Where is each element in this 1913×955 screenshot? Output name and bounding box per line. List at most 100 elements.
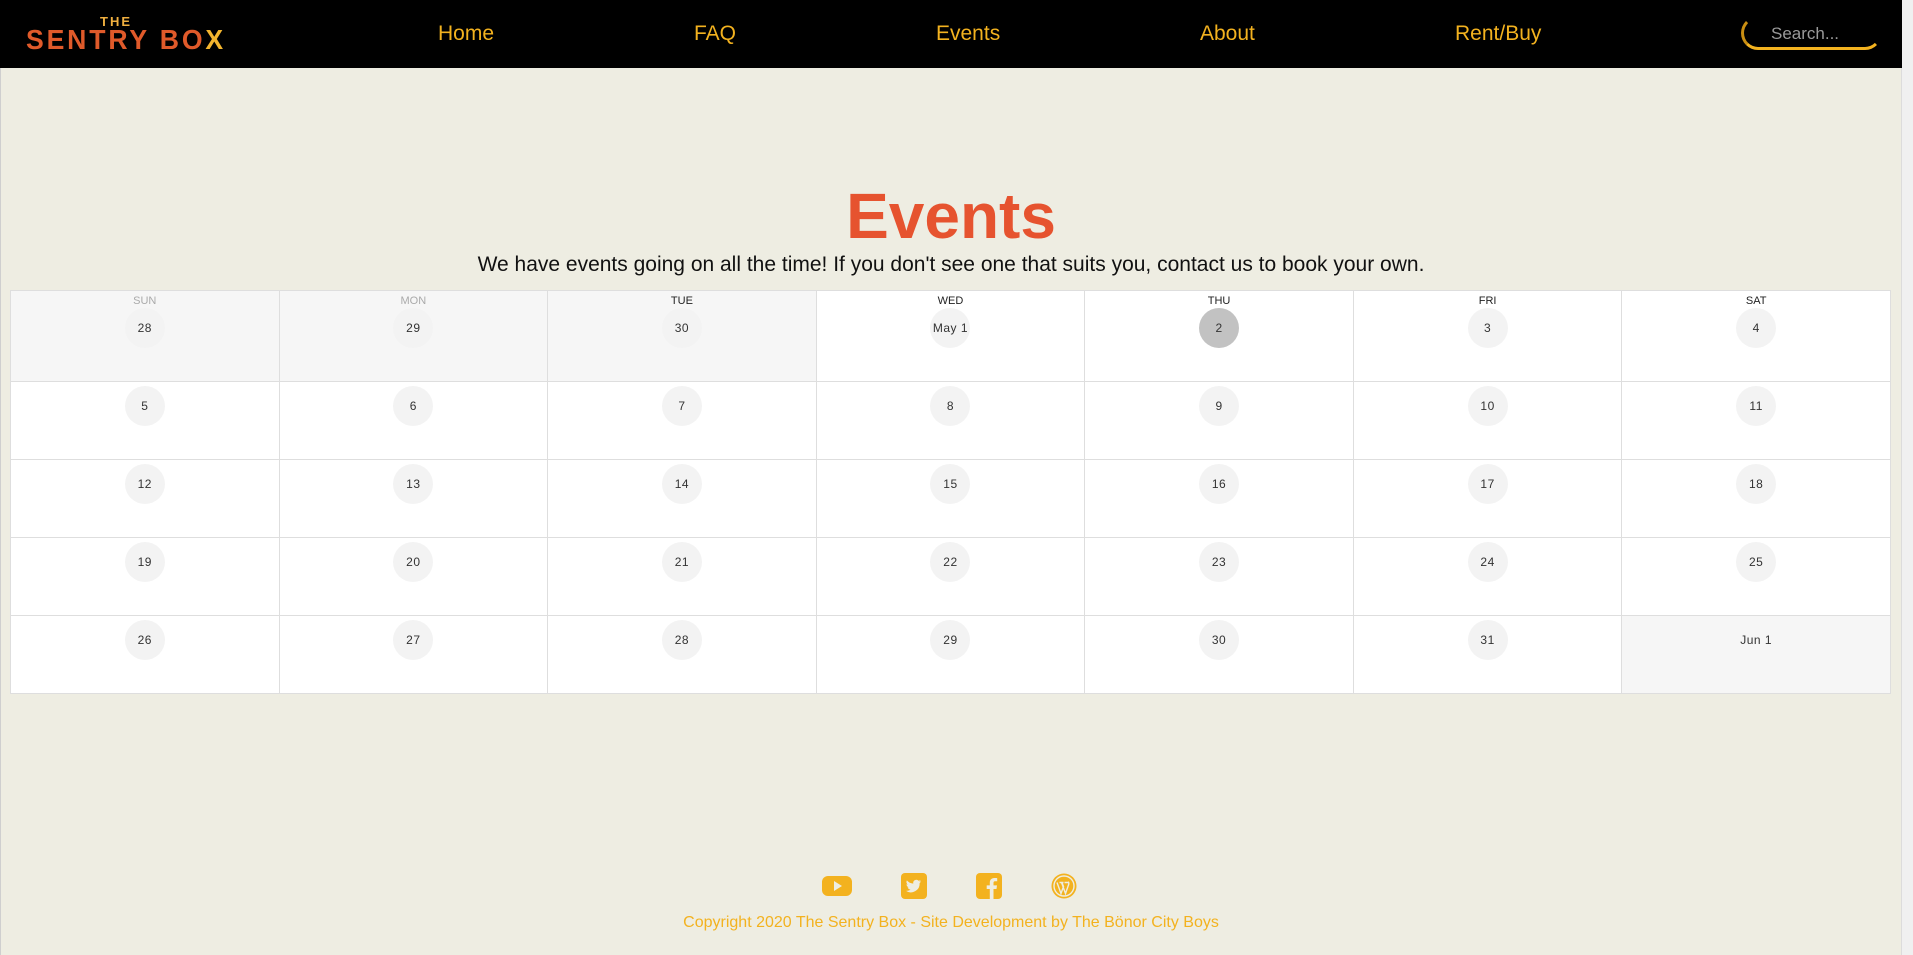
calendar-day-cell[interactable]: 17 [1353, 460, 1623, 538]
facebook-icon-graphic [976, 873, 1002, 899]
calendar-day-cell[interactable]: 19 [11, 538, 280, 616]
calendar-day-cell[interactable]: 20 [279, 538, 549, 616]
day-number: 19 [124, 542, 165, 582]
footer-copyright: Copyright 2020 The Sentry Box - Site Dev… [683, 914, 1219, 931]
weekday-label: WED [937, 295, 964, 307]
calendar-week-row: 19 20 21 22 23 24 25 [11, 538, 1891, 616]
day-number: Jun 1 [1740, 633, 1773, 647]
calendar-day-cell[interactable]: 13 [279, 460, 549, 538]
calendar-day-cell[interactable]: 21 [548, 538, 817, 616]
day-number: 29 [930, 620, 971, 660]
nav-about[interactable]: About [1200, 22, 1255, 46]
day-number: 24 [1467, 542, 1508, 582]
calendar-day-cell[interactable]: 24 [1353, 538, 1623, 616]
calendar-day-cell[interactable]: 8 [816, 382, 1086, 460]
day-number: 5 [124, 386, 165, 426]
calendar-week-row: 12 13 14 15 16 17 18 [11, 460, 1891, 538]
day-number: 14 [661, 464, 702, 504]
search-box [1741, 16, 1886, 52]
page-subtitle: We have events going on all the time! If… [477, 253, 1425, 276]
day-number: 6 [393, 386, 434, 426]
calendar-day-cell[interactable]: 31 [1353, 616, 1623, 694]
calendar-day-cell[interactable]: 28 [548, 616, 817, 694]
day-number: 25 [1736, 542, 1777, 582]
events-calendar: SUN 28 MON 29 TUE 30 WED May 1 THU 2 FRI 3 SAT… [10, 290, 1891, 694]
calendar-day-cell[interactable]: 7 [548, 382, 817, 460]
calendar-day-cell[interactable]: 30 [1085, 616, 1354, 694]
nav-rent-buy[interactable]: Rent/Buy [1455, 22, 1541, 46]
calendar-week-row: SUN 28 MON 29 TUE 30 WED May 1 THU 2 FRI 3 SAT… [11, 291, 1891, 382]
day-number: 28 [124, 308, 165, 348]
day-number: 31 [1467, 620, 1508, 660]
day-number: 12 [124, 464, 165, 504]
calendar-day-cell[interactable]: 18 [1622, 460, 1891, 538]
calendar-day-cell[interactable]: TUE 30 [548, 291, 817, 382]
day-number: 9 [1199, 386, 1240, 426]
calendar-day-cell[interactable]: 12 [11, 460, 280, 538]
calendar-day-cell[interactable]: 22 [816, 538, 1086, 616]
day-number: 18 [1736, 464, 1777, 504]
calendar-day-cell[interactable]: FRI 3 [1353, 291, 1623, 382]
calendar-day-cell[interactable]: 14 [548, 460, 817, 538]
day-number: 29 [393, 308, 434, 348]
day-number: 17 [1467, 464, 1508, 504]
weekday-label: SAT [1745, 295, 1767, 307]
calendar-day-cell[interactable]: 15 [816, 460, 1086, 538]
twitter-icon-graphic [901, 873, 927, 899]
weekday-label: FRI [1478, 295, 1497, 307]
nav-faq[interactable]: FAQ [694, 22, 736, 46]
calendar-week-row: 5 6 7 8 9 10 11 [11, 382, 1891, 460]
wordpress-icon[interactable] [1049, 873, 1079, 899]
weekday-label: TUE [670, 295, 693, 307]
weekday-label: THU [1207, 295, 1231, 307]
weekday-label: MON [400, 295, 427, 307]
day-number: 13 [393, 464, 434, 504]
calendar-day-cell[interactable]: 26 [11, 616, 280, 694]
nav-home[interactable]: Home [438, 22, 494, 46]
day-number: 8 [930, 386, 971, 426]
calendar-day-cell[interactable]: 10 [1353, 382, 1623, 460]
calendar-day-cell[interactable]: SUN 28 [11, 291, 280, 382]
top-navigation-bar: THE SENTRY BOX Home FAQ Events About Ren… [0, 0, 1902, 68]
site-logo[interactable]: THE SENTRY BOX [26, 14, 223, 55]
day-number: May 1 [930, 308, 971, 348]
calendar-day-cell[interactable]: 16 [1085, 460, 1354, 538]
calendar-week-row: 26 27 28 29 30 31 Jun 1 [11, 616, 1891, 694]
calendar-day-cell[interactable]: 29 [816, 616, 1086, 694]
calendar-day-cell[interactable]: Jun 1 [1622, 616, 1891, 694]
twitter-icon[interactable] [899, 873, 929, 899]
calendar-day-cell[interactable]: 25 [1622, 538, 1891, 616]
calendar-day-cell[interactable]: 23 [1085, 538, 1354, 616]
youtube-icon[interactable] [822, 873, 852, 899]
day-number: 30 [1199, 620, 1240, 660]
day-number: 20 [393, 542, 434, 582]
logo-x-letter: X [205, 24, 226, 55]
calendar-day-cell[interactable]: 27 [279, 616, 549, 694]
calendar-day-cell-today[interactable]: THU 2 [1085, 291, 1354, 382]
day-number: 11 [1736, 386, 1777, 426]
search-input[interactable] [1769, 22, 1881, 46]
day-number: 4 [1736, 308, 1777, 348]
day-number-today: 2 [1199, 308, 1240, 348]
vertical-scrollbar[interactable] [1901, 0, 1913, 955]
calendar-day-cell[interactable]: 9 [1085, 382, 1354, 460]
calendar-day-cell[interactable]: 5 [11, 382, 280, 460]
day-number: 10 [1467, 386, 1508, 426]
calendar-day-cell[interactable]: SAT 4 [1622, 291, 1891, 382]
day-number: 26 [124, 620, 165, 660]
facebook-icon[interactable] [974, 873, 1004, 899]
day-number: 15 [930, 464, 971, 504]
day-number: 3 [1467, 308, 1508, 348]
calendar-day-cell[interactable]: MON 29 [279, 291, 549, 382]
wordpress-icon-graphic [1051, 873, 1077, 899]
calendar-day-cell[interactable]: 6 [279, 382, 549, 460]
calendar-day-cell[interactable]: WED May 1 [816, 291, 1086, 382]
logo-main-text: SENTRY BOX [26, 24, 226, 56]
page-title: Events [846, 180, 1056, 252]
day-number: 30 [661, 308, 702, 348]
nav-events[interactable]: Events [936, 22, 1000, 46]
calendar-day-cell[interactable]: 11 [1622, 382, 1891, 460]
weekday-label: SUN [133, 295, 157, 307]
day-number: 22 [930, 542, 971, 582]
youtube-icon-graphic [822, 876, 852, 896]
